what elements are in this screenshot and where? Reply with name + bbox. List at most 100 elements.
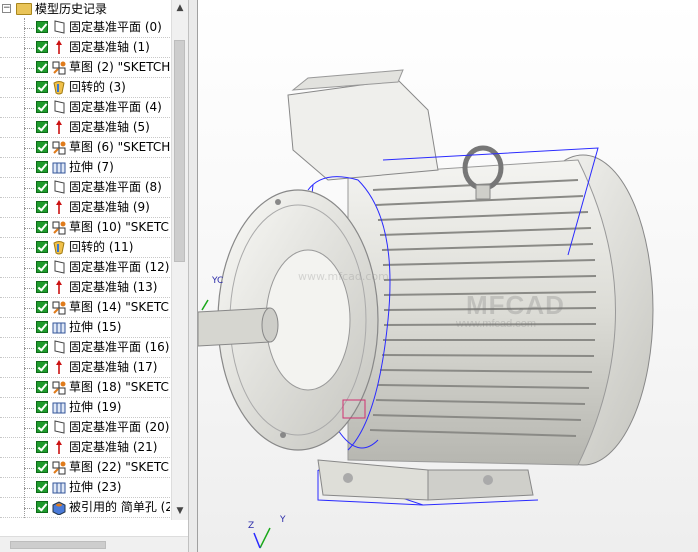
tree-item-row[interactable]: 固定基准轴 (21) [0,438,170,458]
sketch-icon [52,460,66,475]
tree-item-row[interactable]: 回转的 (11) [0,238,170,258]
tree-item-row[interactable]: 固定基准轴 (17) [0,358,170,378]
visibility-checkbox[interactable] [36,181,48,193]
tree-root-row[interactable]: − 模型历史记录 [0,0,170,20]
tree-item-row[interactable]: 拉伸 (15) [0,318,170,338]
tree-item-row[interactable]: 固定基准轴 (5) [0,118,170,138]
tree-item-row[interactable]: 草图 (18) "SKETCH_004" [0,378,170,398]
revolve-icon [52,240,66,255]
visibility-checkbox[interactable] [36,321,48,333]
tree-item-row[interactable]: 固定基准平面 (4) [0,98,170,118]
tree-root-label: 模型历史记录 [35,2,108,16]
tree-item-row[interactable]: 草图 (14) "SKETCH_003" [0,298,170,318]
datum-plane-icon [52,340,66,355]
visibility-checkbox[interactable] [36,421,48,433]
tree-item-row[interactable]: 拉伸 (7) [0,158,170,178]
tree-item-label: 固定基准平面 (4) [69,100,162,114]
tree-item-label: 固定基准平面 (20) [69,420,170,434]
tree-connector [24,48,34,49]
tree-item-label: 拉伸 (15) [69,320,122,334]
tree-connector [24,388,34,389]
visibility-checkbox[interactable] [36,381,48,393]
tree-item-label: 固定基准轴 (1) [69,40,150,54]
tree-item-row[interactable]: 草图 (6) "SKETCH_001" [0,138,170,158]
tree-item-label: 拉伸 (23) [69,480,122,494]
tree-connector [24,248,34,249]
visibility-checkbox[interactable] [36,201,48,213]
visibility-checkbox[interactable] [36,281,48,293]
tree-item-label: 固定基准轴 (17) [69,360,158,374]
visibility-checkbox[interactable] [36,341,48,353]
graphics-viewport[interactable]: YC Z Y MFCAD www.mfcad.com www.mfcad.com [198,0,698,552]
visibility-checkbox[interactable] [36,121,48,133]
axis-label-z: Z [248,521,255,531]
tree-item-row[interactable]: 固定基准平面 (0) [0,18,170,38]
tree-item-row[interactable]: 固定基准轴 (13) [0,278,170,298]
tree-horizontal-scrollbar[interactable] [0,536,188,552]
tree-connector [24,188,34,189]
tree-item-label: 草图 (10) "SKETCH_002" [69,220,170,234]
tree-connector [24,488,34,489]
tree-connector [24,448,34,449]
tree-connector [24,148,34,149]
tree-item-label: 回转的 (3) [69,80,126,94]
scroll-thumb-horizontal[interactable] [10,541,106,549]
tree-item-label: 固定基准平面 (16) [69,340,170,354]
datum-plane-icon [52,180,66,195]
tree-item-row[interactable]: 固定基准轴 (9) [0,198,170,218]
tree-item-row[interactable]: 固定基准平面 (8) [0,178,170,198]
tree-connector [24,168,34,169]
visibility-checkbox[interactable] [36,241,48,253]
visibility-checkbox[interactable] [36,61,48,73]
tree-connector [24,508,34,509]
visibility-checkbox[interactable] [36,301,48,313]
tree-item-row[interactable]: 固定基准平面 (16) [0,338,170,358]
tree-item-row[interactable]: 草图 (22) "SKETCH_005" [0,458,170,478]
tree-item-label: 草图 (18) "SKETCH_004" [69,380,170,394]
datum-plane-icon [52,260,66,275]
tree-item-label: 草图 (14) "SKETCH_003" [69,300,170,314]
tree-item-row[interactable]: 草图 (2) "SKETCH_000" [0,58,170,78]
visibility-checkbox[interactable] [36,501,48,513]
simple-hole-icon [52,500,66,516]
collapse-expander-icon[interactable]: − [2,4,11,13]
visibility-checkbox[interactable] [36,481,48,493]
tree-connector [24,28,34,29]
watermark-url: www.mfcad.com [456,318,537,330]
visibility-checkbox[interactable] [36,261,48,273]
datum-axis-icon [52,360,66,375]
visibility-checkbox[interactable] [36,361,48,373]
extrude-icon [52,320,66,335]
tree-item-row[interactable]: 固定基准轴 (1) [0,38,170,58]
visibility-checkbox[interactable] [36,101,48,113]
scroll-up-arrow-icon[interactable]: ▲ [172,0,188,16]
visibility-checkbox[interactable] [36,81,48,93]
visibility-checkbox[interactable] [36,41,48,53]
visibility-checkbox[interactable] [36,461,48,473]
tree-item-row[interactable]: 拉伸 (23) [0,478,170,498]
datum-plane-icon [52,420,66,435]
tree-item-row[interactable]: 回转的 (3) [0,78,170,98]
tree-item-row[interactable]: 草图 (10) "SKETCH_002" [0,218,170,238]
tree-item-label: 固定基准轴 (13) [69,280,158,294]
scroll-down-arrow-icon[interactable]: ▼ [172,503,188,519]
sketch-icon [52,60,66,75]
tree-item-label: 被引用的 简单孔 (24) [69,500,170,514]
tree-item-label: 草图 (2) "SKETCH_000" [69,60,170,74]
sketch-icon [52,380,66,395]
tree-item-row[interactable]: 固定基准平面 (12) [0,258,170,278]
scroll-thumb[interactable] [174,40,185,262]
tree-vertical-scrollbar[interactable]: ▲ ▼ [171,0,188,520]
visibility-checkbox[interactable] [36,141,48,153]
visibility-checkbox[interactable] [36,21,48,33]
visibility-checkbox[interactable] [36,401,48,413]
visibility-checkbox[interactable] [36,161,48,173]
visibility-checkbox[interactable] [36,441,48,453]
tree-item-row[interactable]: 被引用的 简单孔 (24) [0,498,170,518]
tree-item-label: 固定基准平面 (0) [69,20,162,34]
tree-item-row[interactable]: 固定基准平面 (20) [0,418,170,438]
sketch-icon [52,220,66,235]
tree-item-row[interactable]: 拉伸 (19) [0,398,170,418]
panel-splitter[interactable] [188,0,198,552]
visibility-checkbox[interactable] [36,221,48,233]
